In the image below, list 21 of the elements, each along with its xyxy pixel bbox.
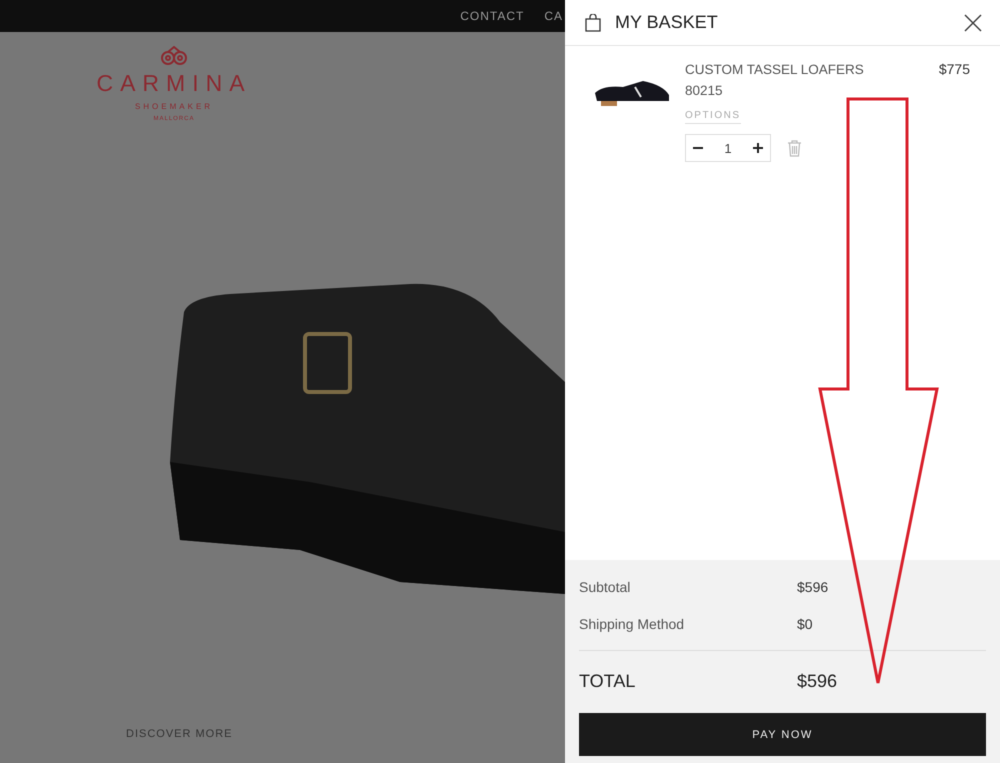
product-code: 80215 [685,83,723,98]
quantity-value: 1 [724,140,732,156]
total-label: TOTAL [579,670,636,692]
summary-value: $596 [797,578,828,594]
summary-label: Subtotal [579,578,632,594]
swirl-logo-icon [160,46,188,66]
brand-tagline: SHOEMAKER [134,102,214,111]
total-value: $596 [797,670,838,692]
nav-link[interactable]: CONTACT [460,9,524,23]
basket-title: MY BASKET [615,12,719,33]
close-icon[interactable] [964,14,982,32]
nav-link[interactable]: CA [544,9,563,23]
product-name: CUSTOM TASSEL LOAFERS [685,62,864,77]
brand-name: CARMINA [96,70,252,97]
summary-value: $0 [797,616,813,632]
product-price: $775 [938,61,970,79]
quantity-stepper[interactable]: 1 [685,134,771,162]
pay-now-button[interactable]: PAY NOW [579,713,986,756]
summary-label: Shipping Method [579,616,686,632]
shopping-bag-icon [585,14,601,32]
plus-icon[interactable] [752,142,764,154]
